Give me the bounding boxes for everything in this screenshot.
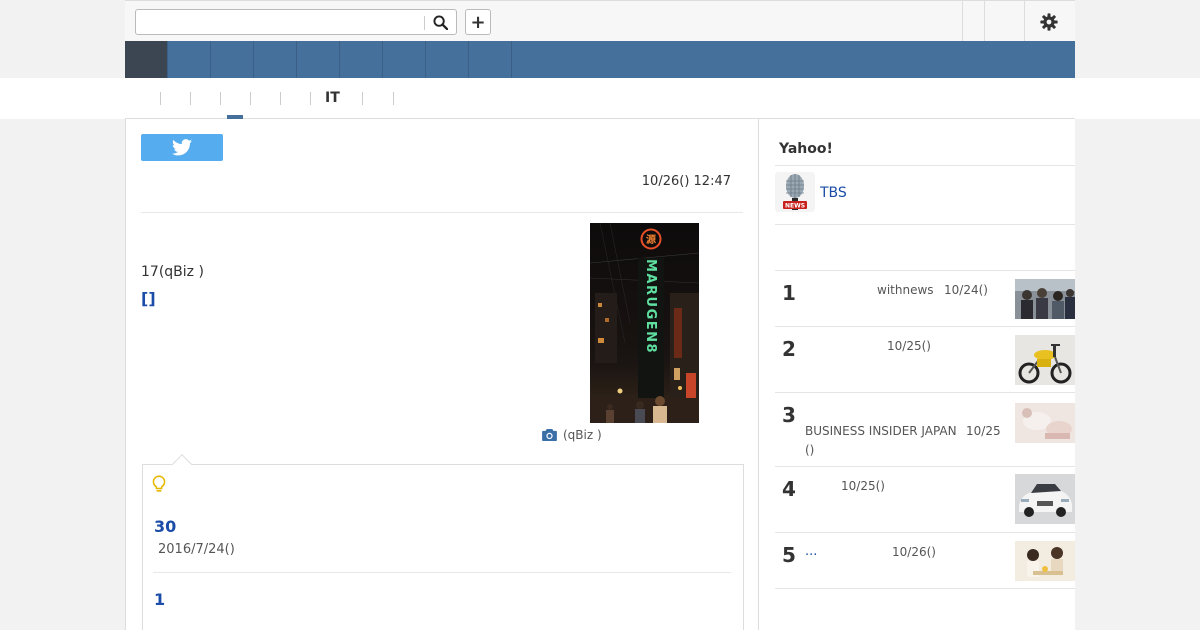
rank-source: withnews xyxy=(877,283,934,297)
nav-tab-active[interactable] xyxy=(125,41,168,78)
search-icon xyxy=(432,14,448,30)
related-article-date: 2016/7/24() xyxy=(158,542,235,557)
rank-number: 2 xyxy=(782,337,796,361)
toolbar-divider xyxy=(1024,1,1025,41)
search-button[interactable] xyxy=(429,12,451,32)
divider xyxy=(141,212,743,213)
twitter-share-button[interactable] xyxy=(141,134,223,161)
ranking-item[interactable]: 5 ... 10/26() xyxy=(775,533,1075,589)
ranking-item[interactable]: 2 10/25() xyxy=(775,327,1075,393)
subnav-item-it[interactable]: IT xyxy=(325,90,340,106)
toolbar-divider xyxy=(962,1,963,41)
search-box xyxy=(135,9,457,35)
top-bar: + xyxy=(125,0,1075,41)
article-body: 17(qBiz ) xyxy=(141,264,204,280)
photo-caption: (qBiz ) xyxy=(542,428,602,442)
camera-icon xyxy=(542,429,557,441)
subnav-divider xyxy=(310,92,311,105)
rank-thumbnail xyxy=(1015,541,1075,581)
svg-text:源: 源 xyxy=(646,233,656,246)
nav-tab[interactable] xyxy=(383,41,426,78)
nav-tab[interactable] xyxy=(297,41,340,78)
photo-caption-text: (qBiz ) xyxy=(563,428,602,442)
rank-date: 10/25() xyxy=(841,479,885,493)
rank-thumbnail xyxy=(1015,474,1075,524)
rank-date: 10/26() xyxy=(892,545,936,559)
nav-tab[interactable] xyxy=(340,41,383,78)
divider xyxy=(775,165,1075,166)
article-link[interactable]: [] xyxy=(141,289,156,308)
related-article-title[interactable]: 30 xyxy=(154,517,176,536)
main-nav xyxy=(125,41,1075,78)
rank-date: 10/25 xyxy=(966,424,1001,438)
rank-title-more[interactable]: ... xyxy=(805,544,817,559)
ranking-item[interactable]: 1 withnews 10/24() xyxy=(775,271,1075,327)
rank-date: 10/25() xyxy=(887,339,931,353)
related-article-title[interactable]: 1 xyxy=(154,590,165,609)
article-column: 10/26() 12:47 17(qBiz ) [] 源 MARUGEN8 (q… xyxy=(125,119,759,630)
subnav-divider xyxy=(190,92,191,105)
gear-icon xyxy=(1040,13,1058,31)
ranking-item[interactable]: 4 10/25() xyxy=(775,467,1075,533)
subnav-divider xyxy=(220,92,221,105)
rank-number: 1 xyxy=(782,281,796,305)
toolbar-divider xyxy=(984,1,985,41)
svg-text:NEWS: NEWS xyxy=(785,203,805,210)
subnav-divider xyxy=(160,92,161,105)
source-link[interactable]: NEWS TBS xyxy=(775,172,1075,212)
twitter-icon xyxy=(172,139,192,156)
divider xyxy=(153,572,731,573)
nav-tab[interactable] xyxy=(254,41,297,78)
add-button[interactable]: + xyxy=(465,9,491,35)
divider xyxy=(775,224,1075,225)
search-input[interactable] xyxy=(140,13,422,31)
rank-number: 3 xyxy=(782,403,796,427)
microphone-news-icon: NEWS xyxy=(775,172,815,212)
rank-number: 5 xyxy=(782,543,796,567)
svg-text:MARUGEN8: MARUGEN8 xyxy=(643,259,658,354)
rank-number: 4 xyxy=(782,477,796,501)
settings-button[interactable] xyxy=(1037,10,1061,34)
rank-date: 10/24() xyxy=(944,283,988,297)
subnav-divider xyxy=(362,92,363,105)
box-notch xyxy=(172,454,192,474)
nav-tab[interactable] xyxy=(211,41,254,78)
lightbulb-icon xyxy=(152,475,166,497)
related-articles-box: 30 2016/7/24() 1 xyxy=(142,454,744,630)
ranking-item[interactable]: 3 BUSINESS INSIDER JAPAN 10/25 () xyxy=(775,393,1075,467)
rank-thumbnail xyxy=(1015,335,1075,385)
sidebar-title: Yahoo! xyxy=(779,141,833,157)
rank-source: BUSINESS INSIDER JAPAN xyxy=(805,424,957,438)
nav-tab[interactable] xyxy=(426,41,469,78)
nav-tab[interactable] xyxy=(168,41,211,78)
source-name[interactable]: TBS xyxy=(820,185,847,201)
subnav-divider xyxy=(280,92,281,105)
rank-thumbnail xyxy=(1015,279,1075,319)
rank-thumbnail xyxy=(1015,403,1075,443)
sidebar: Yahoo! NEWS TBS 1 withnews 10/24() 2 10/… xyxy=(759,119,1075,630)
subnav-divider xyxy=(393,92,394,105)
article-date: 10/26() 12:47 xyxy=(641,174,731,189)
search-divider xyxy=(424,16,425,30)
sub-nav: IT xyxy=(125,78,1075,119)
article-photo[interactable]: 源 MARUGEN8 xyxy=(590,223,699,423)
neon-sign-image: 源 MARUGEN8 xyxy=(590,223,699,423)
subnav-divider xyxy=(250,92,251,105)
rank-date-continued: () xyxy=(805,443,815,457)
nav-tab[interactable] xyxy=(469,41,512,78)
